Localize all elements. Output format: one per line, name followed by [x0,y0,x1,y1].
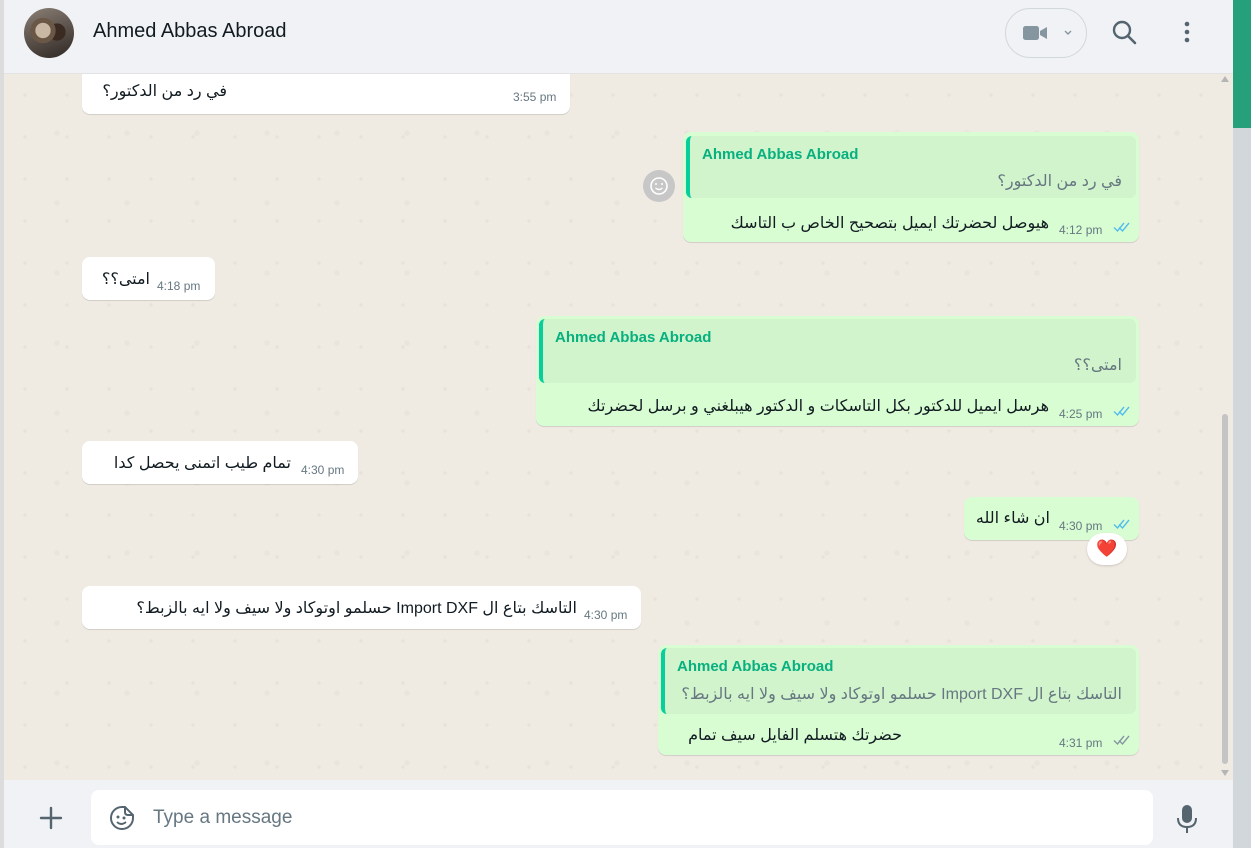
message-input[interactable] [153,804,1113,832]
chat-scrollbar[interactable] [1220,74,1233,780]
chat-header: Ahmed Abbas Abroad [4,0,1233,74]
sticker-icon[interactable] [108,804,136,832]
plus-icon[interactable] [36,803,66,833]
quote-author: Ahmed Abbas Abroad [677,658,834,675]
message-time: 4:30 pm [301,463,345,477]
scroll-up-arrow[interactable] [1221,76,1229,82]
message-text: امتى؟؟ [101,271,150,288]
message-incoming[interactable]: في رد من الدكتور؟ 3:55 pm [82,74,570,114]
quote-author: Ahmed Abbas Abroad [555,329,712,346]
chat-area[interactable]: في رد من الدكتور؟ 3:55 pm Ahmed Abbas Ab… [4,74,1220,780]
quoted-message[interactable]: Ahmed Abbas Abroad في رد من الدكتور؟ [686,136,1136,198]
message-time: 4:31 pm [1059,736,1103,750]
quote-text: في رد من الدكتور؟ [997,173,1122,190]
double-check-icon [1113,735,1130,746]
message-text: هرسل ايميل للدكتور بكل التاسكات و الدكتو… [587,398,1049,415]
quoted-message[interactable]: Ahmed Abbas Abroad امتى؟؟ [539,319,1136,383]
double-check-icon [1113,519,1130,530]
message-time: 4:30 pm [584,608,628,622]
message-text: حضرتك هتسلم الفايل سيف تمام [688,727,902,744]
microphone-icon[interactable] [1172,802,1202,836]
message-text: في رد من الدكتور؟ [102,83,227,100]
video-camera-icon [1023,26,1047,40]
chevron-down-icon [1064,30,1072,35]
message-time: 4:30 pm [1059,519,1103,533]
quoted-message[interactable]: Ahmed Abbas Abroad التاسك بتاع ال Import… [661,648,1136,714]
double-check-icon [1113,222,1130,233]
message-outgoing[interactable]: Ahmed Abbas Abroad التاسك بتاع ال Import… [658,645,1139,755]
scroll-down-arrow[interactable] [1221,770,1229,776]
message-time: 4:25 pm [1059,407,1103,421]
message-incoming[interactable]: تمام طيب اتمنى يحصل كدا 4:30 pm [82,441,358,484]
search-icon[interactable] [1109,17,1139,47]
double-check-icon [1113,406,1130,417]
avatar[interactable] [24,8,74,58]
scroll-thumb[interactable] [1222,414,1228,764]
message-time: 3:55 pm [513,90,557,104]
contact-name[interactable]: Ahmed Abbas Abroad [93,20,286,43]
reaction-button[interactable] [643,170,675,202]
message-time: 4:18 pm [157,279,201,293]
message-incoming[interactable]: التاسك بتاع ال Import DXF حسلمو اوتوكاد … [82,586,641,629]
message-text: التاسك بتاع ال Import DXF حسلمو اوتوكاد … [136,600,577,617]
message-outgoing[interactable]: Ahmed Abbas Abroad امتى؟؟ هرسل ايميل للد… [536,316,1139,426]
composer-bar [4,780,1233,848]
quote-text: امتى؟؟ [1073,357,1122,374]
smiley-icon [650,177,668,195]
message-input-box[interactable] [91,790,1153,845]
message-text: تمام طيب اتمنى يحصل كدا [113,455,291,472]
kebab-menu-icon[interactable] [1172,17,1202,47]
video-call-button[interactable] [1005,8,1087,58]
right-edge-strip [1233,0,1251,848]
message-outgoing[interactable]: Ahmed Abbas Abroad في رد من الدكتور؟ هيو… [683,132,1139,242]
message-incoming[interactable]: امتى؟؟ 4:18 pm [82,257,215,300]
message-text: ان شاء الله [975,510,1050,527]
quote-author: Ahmed Abbas Abroad [702,146,859,163]
quote-text: التاسك بتاع ال Import DXF حسلمو اوتوكاد … [681,686,1122,703]
right-edge-accent [1233,0,1251,128]
message-text: هيوصل لحضرتك ايميل بتصحيح الخاص ب التاسك [730,215,1049,232]
message-time: 4:12 pm [1059,223,1103,237]
heart-reaction[interactable]: ❤️ [1087,533,1127,565]
